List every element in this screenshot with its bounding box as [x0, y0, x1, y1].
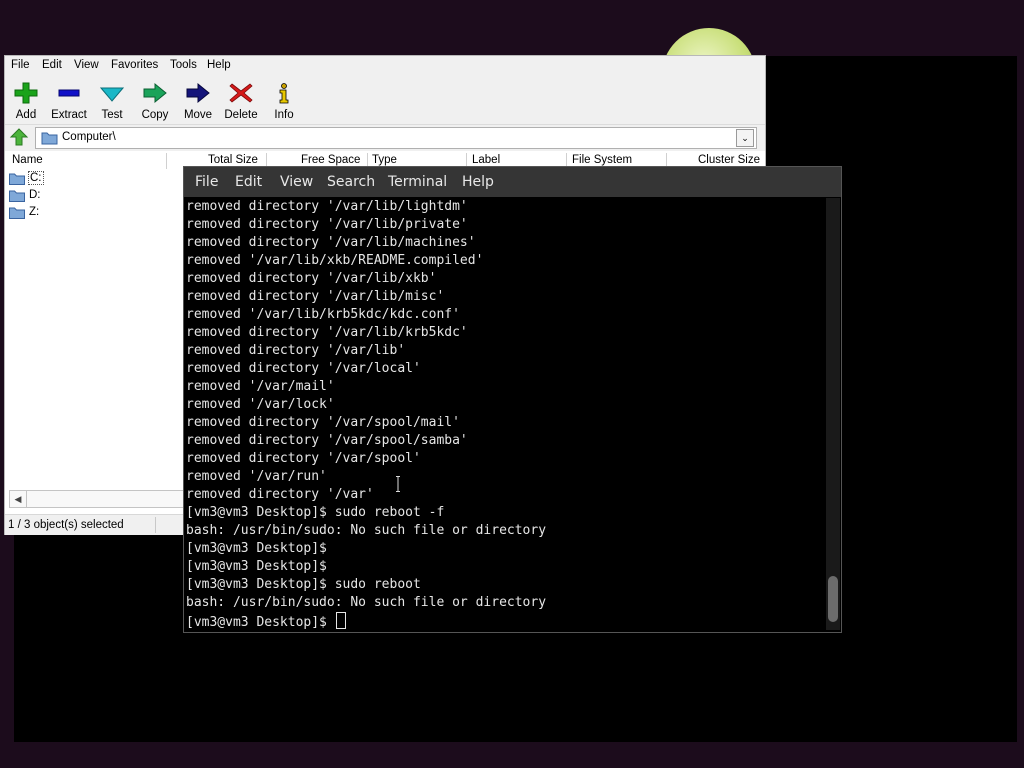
terminal-window: File Edit View Search Terminal Help remo…	[183, 166, 842, 633]
fm-toolbar: Add Extract Test Copy Move Delete Info	[5, 76, 765, 125]
column-header-name[interactable]: Name	[12, 154, 43, 166]
terminal-line: removed directory '/var/lib/krb5kdc'	[186, 325, 468, 340]
terminal-menubar: File Edit View Search Terminal Help	[184, 167, 841, 197]
terminal-line: removed directory '/var/spool/mail'	[186, 415, 460, 430]
minus-icon	[58, 89, 80, 97]
drive-label: D:	[29, 189, 41, 201]
column-header-total-size[interactable]: Total Size	[208, 154, 258, 166]
copy-arrow-icon	[143, 82, 167, 104]
drive-folder-icon	[9, 190, 25, 202]
terminal-line: removed directory '/var/spool'	[186, 451, 421, 466]
terminal-line: removed directory '/var/lib'	[186, 343, 406, 358]
terminal-line: removed directory '/var'	[186, 487, 374, 502]
term-menu-terminal[interactable]: Terminal	[388, 174, 447, 190]
move-arrow-icon	[186, 82, 210, 104]
term-menu-view[interactable]: View	[280, 174, 313, 190]
info-icon	[279, 83, 289, 104]
folder-icon	[41, 132, 58, 145]
column-header-file-system[interactable]: File System	[572, 154, 632, 166]
fm-menu-edit[interactable]: Edit	[42, 59, 62, 71]
plus-icon	[14, 82, 38, 104]
desktop-wallpaper-right	[1017, 56, 1024, 768]
terminal-line: bash: /usr/bin/sudo: No such file or dir…	[186, 523, 547, 538]
drive-folder-icon	[9, 207, 25, 219]
address-text: Computer\	[62, 131, 116, 143]
fm-menu-favorites[interactable]: Favorites	[111, 59, 158, 71]
terminal-line: removed '/var/lib/krb5kdc/kdc.conf'	[186, 307, 460, 322]
text-cursor	[335, 612, 346, 629]
terminal-line: removed directory '/var/lib/machines'	[186, 235, 476, 250]
terminal-line: removed directory '/var/lib/lightdm'	[186, 199, 468, 214]
terminal-line: [vm3@vm3 Desktop]$	[186, 541, 327, 556]
terminal-line: [vm3@vm3 Desktop]$ sudo reboot	[186, 577, 421, 592]
mouse-ibeam-cursor-icon	[396, 476, 400, 492]
delete-x-icon	[229, 83, 253, 103]
scrollbar-thumb[interactable]	[828, 576, 838, 622]
extract-button[interactable]: Extract	[48, 80, 90, 122]
fm-menubar: File Edit View Favorites Tools Help	[5, 56, 765, 76]
fm-menu-tools[interactable]: Tools	[170, 59, 197, 71]
terminal-line: removed '/var/mail'	[186, 379, 335, 394]
terminal-line: bash: /usr/bin/sudo: No such file or dir…	[186, 595, 547, 610]
chevron-down-icon[interactable]: ⌄	[736, 129, 754, 147]
drive-folder-icon	[9, 173, 25, 185]
desktop-wallpaper-top	[0, 0, 1024, 56]
column-header-cluster-size[interactable]: Cluster Size	[698, 154, 760, 166]
terminal-line: removed directory '/var/spool/samba'	[186, 433, 468, 448]
fm-menu-help[interactable]: Help	[207, 59, 231, 71]
column-header-type[interactable]: Type	[372, 154, 397, 166]
add-button[interactable]: Add	[5, 80, 47, 122]
address-field[interactable]: Computer\ ⌄	[35, 127, 757, 149]
term-menu-help[interactable]: Help	[462, 174, 494, 190]
column-header-label[interactable]: Label	[472, 154, 500, 166]
terminal-line: [vm3@vm3 Desktop]$	[186, 559, 327, 574]
test-button[interactable]: Test	[91, 80, 133, 122]
fm-address-bar: Computer\ ⌄	[5, 125, 765, 151]
move-button[interactable]: Move	[177, 80, 219, 122]
column-header-free-space[interactable]: Free Space	[301, 154, 360, 166]
terminal-line: removed '/var/run'	[186, 469, 327, 484]
terminal-line: [vm3@vm3 Desktop]$ sudo reboot -f	[186, 505, 445, 520]
terminal-prompt-line: [vm3@vm3 Desktop]$	[186, 612, 346, 630]
terminal-line: removed '/var/lock'	[186, 397, 335, 412]
info-button[interactable]: Info	[263, 80, 305, 122]
terminal-line: removed directory '/var/lib/xkb'	[186, 271, 437, 286]
info-label: Info	[274, 109, 294, 121]
drive-label: Z:	[29, 206, 40, 218]
horizontal-scrollbar[interactable]: ◀	[9, 490, 186, 508]
terminal-scrollbar[interactable]	[826, 198, 840, 630]
terminal-line: removed directory '/var/lib/misc'	[186, 289, 445, 304]
terminal-output[interactable]: removed directory '/var/lib/lightdm' rem…	[185, 198, 825, 630]
delete-button[interactable]: Delete	[220, 80, 262, 122]
status-divider	[155, 517, 156, 533]
desktop-wallpaper-bottom	[0, 742, 1024, 768]
up-folder-icon[interactable]	[9, 127, 29, 147]
term-menu-file[interactable]: File	[195, 174, 218, 190]
column-divider[interactable]	[166, 153, 167, 169]
scroll-left-icon[interactable]: ◀	[10, 491, 27, 507]
selection-status: 1 / 3 object(s) selected	[8, 519, 124, 531]
fm-menu-view[interactable]: View	[74, 59, 99, 71]
copy-button[interactable]: Copy	[134, 80, 176, 122]
check-icon	[100, 87, 124, 102]
terminal-prompt: [vm3@vm3 Desktop]$	[186, 615, 335, 630]
terminal-line: removed '/var/lib/xkb/README.compiled'	[186, 253, 484, 268]
term-menu-search[interactable]: Search	[327, 174, 375, 190]
term-menu-edit[interactable]: Edit	[235, 174, 262, 190]
terminal-line: removed directory '/var/local'	[186, 361, 421, 376]
fm-menu-file[interactable]: File	[11, 59, 30, 71]
terminal-line: removed directory '/var/lib/private'	[186, 217, 468, 232]
drive-label: C:	[28, 171, 44, 185]
